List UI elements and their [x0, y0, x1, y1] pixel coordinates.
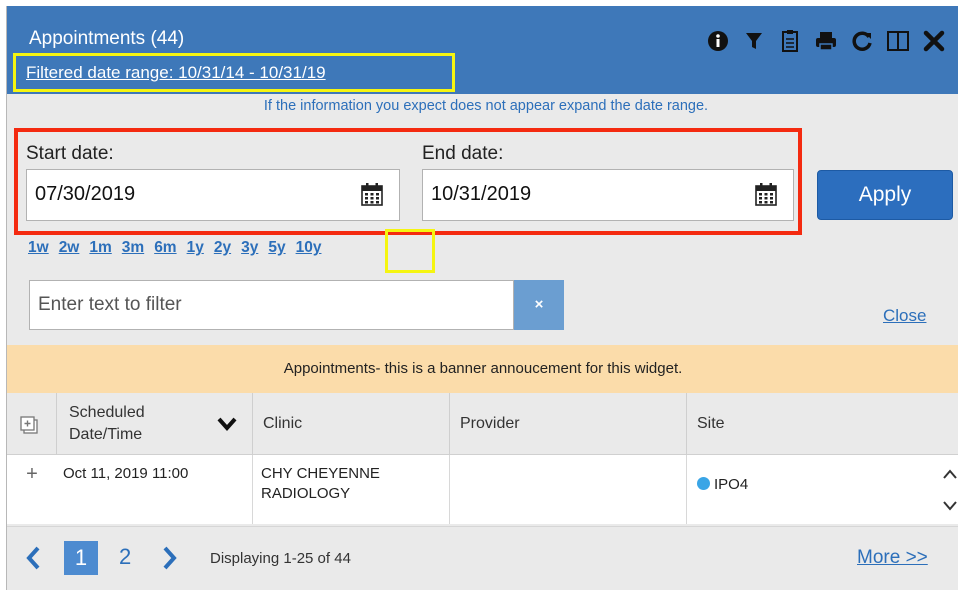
table-header: Scheduled Date/Time Clinic Provider Site: [7, 393, 958, 455]
date-range-info-message: If the information you expect does not a…: [263, 98, 709, 114]
clear-filter-button[interactable]: ×: [514, 280, 564, 330]
end-date-label: End date:: [422, 143, 504, 164]
close-filter-link[interactable]: Close: [883, 306, 926, 326]
appointments-widget: Appointments (44) Filtered date range: 1…: [6, 6, 958, 590]
row-provider: [450, 455, 687, 524]
next-page-icon[interactable]: [162, 545, 178, 577]
print-icon[interactable]: [814, 28, 838, 54]
row-site-label: IPO4: [714, 476, 749, 493]
widget-title: Appointments (44): [29, 28, 185, 49]
end-date-field[interactable]: 10/31/2019: [422, 169, 794, 221]
table-body: + Oct 11, 2019 11:00 CHY CHEYENNE RADIOL…: [7, 455, 958, 524]
quick-range-1m[interactable]: 1m: [89, 239, 111, 257]
quick-range-10y[interactable]: 10y: [296, 239, 322, 257]
quick-range-2w[interactable]: 2w: [59, 239, 80, 257]
pagination-footer: 1 2 Displaying 1-25 of 44 More >>: [7, 526, 958, 590]
columns-icon[interactable]: [886, 28, 910, 54]
quick-range-3y[interactable]: 3y: [241, 239, 258, 257]
quick-range-6m[interactable]: 6m: [154, 239, 176, 257]
quick-range-2y[interactable]: 2y: [214, 239, 231, 257]
quick-range-1y[interactable]: 1y: [187, 239, 204, 257]
page-1-button[interactable]: 1: [64, 541, 98, 575]
quick-range-5y-highlight: [385, 229, 435, 273]
expand-all-icon[interactable]: [19, 415, 39, 440]
row-clinic-line2: RADIOLOGY: [261, 485, 351, 502]
row-expand-icon[interactable]: +: [7, 455, 57, 524]
row-site: IPO4: [687, 455, 937, 524]
column-header-site-label: Site: [697, 415, 725, 432]
start-date-label: Start date:: [26, 143, 114, 164]
apply-button[interactable]: Apply: [817, 170, 953, 220]
text-filter-input[interactable]: Enter text to filter: [29, 280, 514, 330]
pagination-status: Displaying 1-25 of 44: [210, 550, 351, 567]
row-clinic-line1: CHY CHEYENNE: [261, 465, 380, 482]
column-header-site[interactable]: Site: [687, 393, 958, 455]
page-2-link[interactable]: 2: [119, 544, 131, 570]
info-icon[interactable]: [706, 28, 730, 54]
site-status-dot: [697, 477, 710, 490]
calendar-icon[interactable]: [361, 182, 383, 211]
date-range-highlight: Filtered date range: 10/31/14 - 10/31/19: [13, 53, 455, 92]
start-date-field[interactable]: 07/30/2019: [26, 169, 400, 221]
refresh-icon[interactable]: [850, 28, 874, 54]
clipboard-icon[interactable]: [778, 28, 802, 54]
previous-page-icon[interactable]: [25, 545, 41, 577]
column-header-provider[interactable]: Provider: [450, 393, 687, 455]
column-header-clinic[interactable]: Clinic: [253, 393, 450, 455]
column-header-clinic-label: Clinic: [263, 415, 303, 432]
expand-all-header[interactable]: [7, 393, 57, 455]
row-datetime: Oct 11, 2019 11:00: [57, 455, 253, 524]
header-toolbar: [694, 28, 946, 54]
row-clinic: CHY CHEYENNE RADIOLOGY: [253, 455, 450, 524]
banner-announcement: Appointments- this is a banner annouceme…: [7, 345, 958, 393]
more-link[interactable]: More >>: [857, 547, 928, 569]
filtered-date-range-link[interactable]: Filtered date range: 10/31/14 - 10/31/19: [26, 63, 326, 83]
sort-chevron-down-icon[interactable]: [217, 417, 237, 436]
quick-range-1w[interactable]: 1w: [28, 239, 49, 257]
widget-header: Appointments (44) Filtered date range: 1…: [7, 6, 958, 94]
column-header-provider-label: Provider: [460, 415, 520, 432]
table-scrollbar[interactable]: [937, 455, 958, 524]
calendar-icon[interactable]: [755, 182, 777, 211]
scroll-down-icon[interactable]: [942, 499, 958, 517]
column-header-scheduled[interactable]: Scheduled Date/Time: [57, 393, 253, 455]
quick-range-links: 1w 2w 1m 3m 6m 1y 2y 3y 5y 10y: [28, 239, 331, 257]
column-header-scheduled-label: Scheduled Date/Time: [69, 404, 145, 443]
quick-range-5y[interactable]: 5y: [268, 239, 285, 257]
scroll-up-icon[interactable]: [942, 467, 958, 485]
close-icon[interactable]: [922, 28, 946, 54]
end-date-value: 10/31/2019: [431, 183, 532, 205]
filter-icon[interactable]: [742, 28, 766, 54]
start-date-value: 07/30/2019: [35, 183, 136, 205]
quick-range-3m[interactable]: 3m: [122, 239, 144, 257]
